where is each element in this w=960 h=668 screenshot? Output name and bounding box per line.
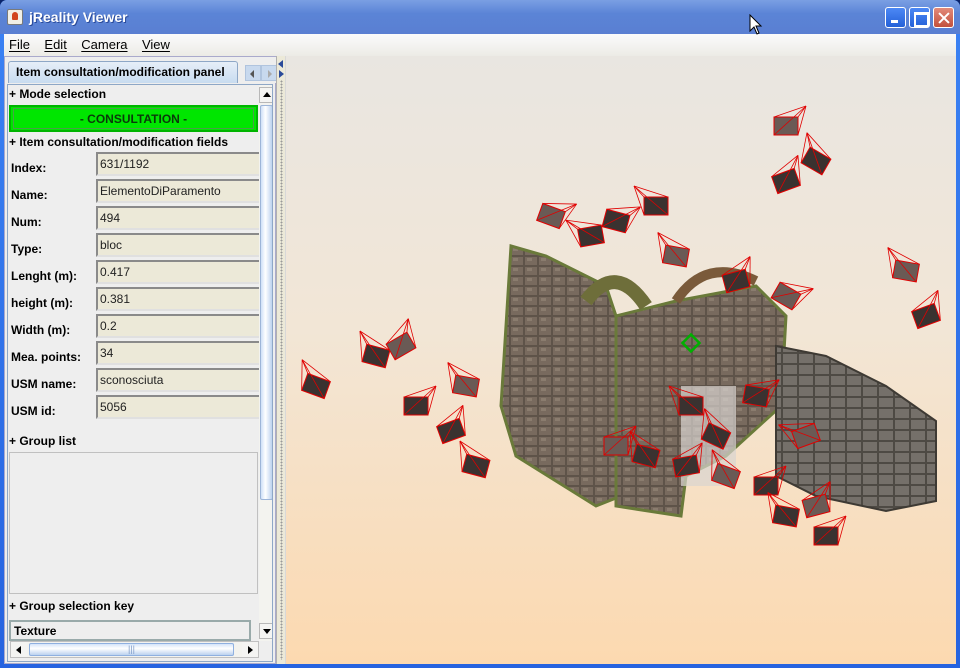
camera-frustum [813,515,847,546]
menu-edit[interactable]: Edit [39,34,71,55]
menu-camera[interactable]: Camera [76,34,132,55]
field-row-width: Width (m): 0.2 [9,314,271,341]
group-list[interactable] [9,452,258,594]
section-item-fields[interactable]: + Item consultation/modification fields [8,133,259,152]
split-pane-divider[interactable] [276,56,286,664]
title-bar[interactable]: jReality Viewer [0,0,960,34]
camera-frustum [301,359,331,400]
field-row-usm-id: USM id: 5056 [9,395,271,422]
index-field[interactable]: 631/1192 [96,152,269,176]
camera-frustum [459,440,491,479]
application-window: jReality Viewer File Edit Camera View It… [0,0,960,668]
field-label: Type: [11,242,43,256]
group-selection-key-dropdown[interactable]: Texture [9,620,251,641]
camera-frustum [887,247,920,283]
section-mode-selection[interactable]: + Mode selection [8,85,259,104]
field-label: height (m): [11,296,73,310]
field-label: Mea. points: [11,350,82,364]
camera-frustum [403,385,437,416]
num-field[interactable]: 494 [96,206,269,230]
horizontal-scroll-thumb[interactable]: ||| [29,643,234,656]
menu-view[interactable]: View [137,34,175,55]
menu-bar: File Edit Camera View [4,34,956,56]
expand-right-arrow-icon[interactable] [279,70,284,78]
mea-points-field[interactable]: 34 [96,341,269,365]
side-panel: Item consultation/modification panel + M… [4,56,277,664]
field-label: USM name: [11,377,77,391]
item-fields: Index: 631/1192 Name: ElementoDiParamento … [9,152,271,422]
camera-frustum [447,362,480,398]
java-app-icon [7,9,23,25]
field-label: Index: [11,161,47,175]
menu-file[interactable]: File [4,34,35,55]
name-field[interactable]: ElementoDiParamento [96,179,269,203]
section-group-selection-key[interactable]: + Group selection key [8,597,259,616]
divider-grip[interactable] [280,80,283,660]
mode-toggle-button[interactable]: - CONSULTATION - [9,105,258,132]
section-group-list[interactable]: + Group list [8,432,259,451]
field-label: Name: [11,188,48,202]
tab-scroll-left-button[interactable] [245,65,261,81]
close-button[interactable] [933,7,954,28]
vertical-scroll-thumb[interactable] [260,105,272,500]
camera-frustum [753,465,787,496]
3d-viewport[interactable] [286,56,956,664]
minimize-button[interactable] [885,7,906,28]
window-title: jReality Viewer [29,9,128,25]
field-row-index: Index: 631/1192 [9,152,271,179]
usm-name-field[interactable]: sconosciuta [96,368,269,392]
camera-frustum [657,232,690,268]
width-field[interactable]: 0.2 [96,314,269,338]
field-row-usm-name: USM name: sconosciuta [9,368,271,395]
camera-frustum [436,405,466,445]
field-row-height: height (m): 0.381 [9,287,271,314]
usm-id-field[interactable]: 5056 [96,395,269,419]
field-label: Width (m): [11,323,71,337]
client-area: Item consultation/modification panel + M… [4,56,956,664]
scroll-down-button[interactable] [259,623,272,639]
field-label: Lenght (m): [11,269,77,283]
field-row-type: Type: bloc [9,233,271,260]
camera-frustum [773,105,807,136]
camera-frustum [601,206,641,234]
tab-item-consultation[interactable]: Item consultation/modification panel [8,61,238,83]
camera-frustum [359,330,391,369]
field-label: Num: [11,215,42,229]
scroll-right-button[interactable] [242,642,258,657]
camera-frustum [911,290,941,330]
field-row-name: Name: ElementoDiParamento [9,179,271,206]
field-row-mea-points: Mea. points: 34 [9,341,271,368]
tab-row: Item consultation/modification panel [5,57,277,83]
vertical-scrollbar[interactable] [259,85,272,641]
mouse-cursor-icon [749,14,763,35]
scroll-left-button[interactable] [11,642,27,657]
length-field[interactable]: 0.417 [96,260,269,284]
3d-scene[interactable] [286,56,956,664]
camera-frustum [633,185,669,216]
field-row-num: Num: 494 [9,206,271,233]
panel-content: + Mode selection - CONSULTATION - + Item… [7,84,273,662]
height-field[interactable]: 0.381 [96,287,269,311]
collapse-left-arrow-icon[interactable] [278,60,283,68]
maximize-button[interactable] [909,7,930,28]
camera-frustum [536,202,577,230]
scroll-up-button[interactable] [259,87,272,103]
type-field[interactable]: bloc [96,233,269,257]
tab-scroll-right-button[interactable] [261,65,277,81]
horizontal-scrollbar[interactable]: ||| [10,641,259,658]
field-label: USM id: [11,404,56,418]
camera-frustum [767,492,800,528]
camera-frustum [565,219,605,248]
field-row-length: Lenght (m): 0.417 [9,260,271,287]
